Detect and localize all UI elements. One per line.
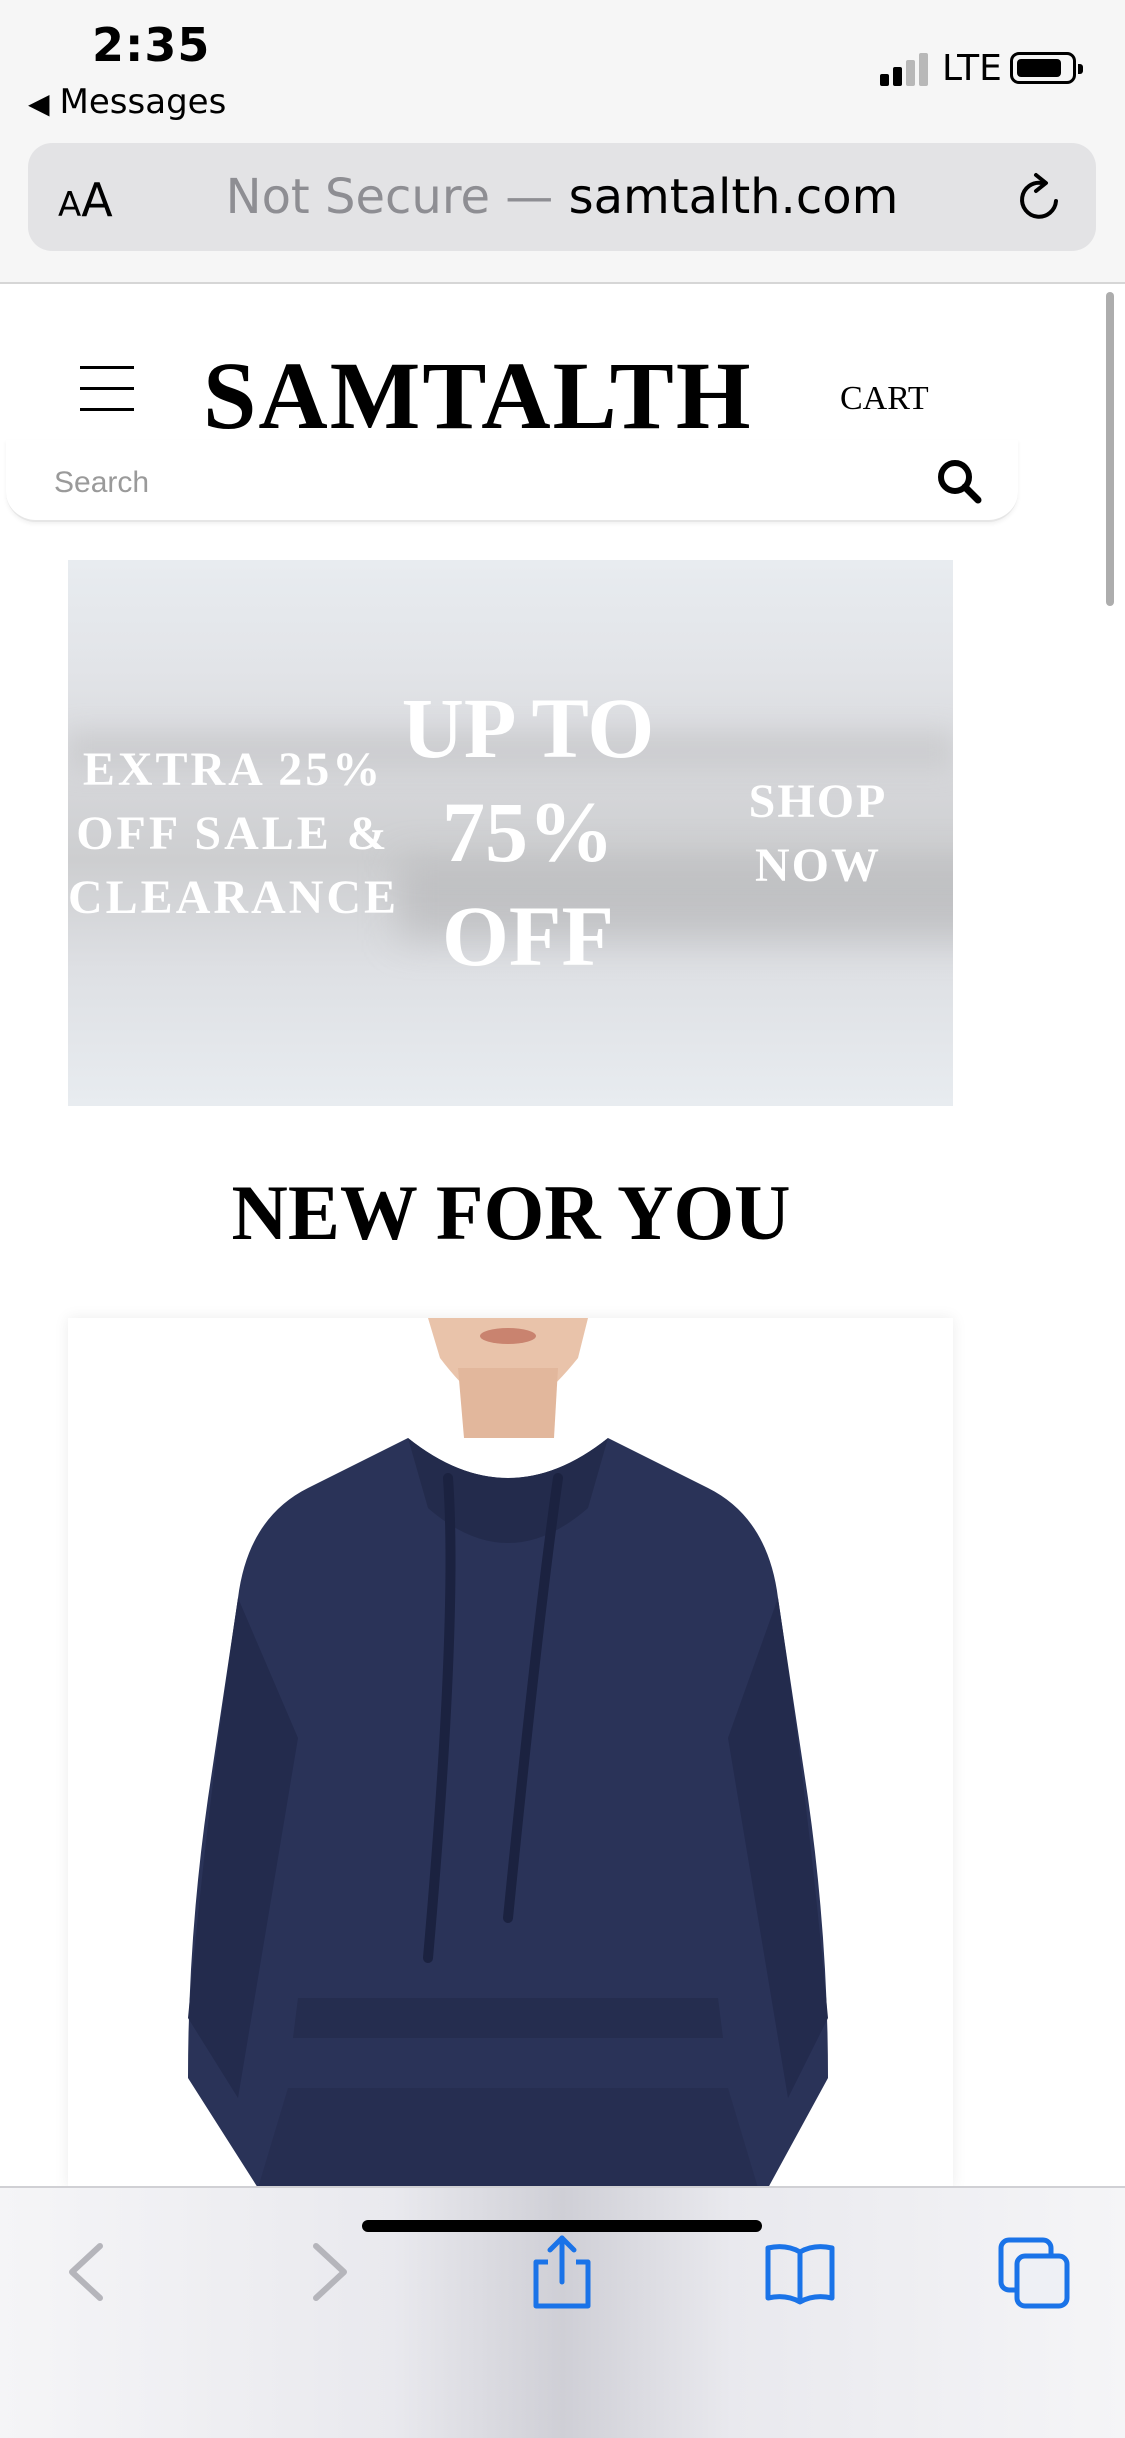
banner-left-line: EXTRA 25% bbox=[82, 743, 384, 796]
home-indicator[interactable] bbox=[362, 2220, 762, 2232]
signal-icon bbox=[880, 50, 932, 86]
site-header: SAMTALTH CART bbox=[0, 300, 1125, 449]
search-input[interactable] bbox=[52, 462, 856, 504]
browser-top-chrome: 2:35 ◀ Messages LTE AA Not Secure — samta… bbox=[0, 0, 1125, 284]
url-display[interactable]: Not Secure — samtalth.com bbox=[28, 169, 1096, 225]
banner-right-line: NOW bbox=[755, 839, 881, 892]
battery-icon bbox=[1010, 52, 1083, 84]
share-icon[interactable] bbox=[522, 2232, 602, 2312]
banner-mid-line: 75% bbox=[442, 784, 614, 880]
cart-link[interactable]: CART bbox=[840, 380, 929, 418]
banner-left-line: CLEARANCE bbox=[68, 871, 400, 924]
scroll-indicator[interactable] bbox=[1106, 292, 1114, 606]
search-bar bbox=[6, 440, 1018, 522]
network-label: LTE bbox=[942, 48, 1002, 89]
tabs-icon[interactable] bbox=[995, 2232, 1075, 2312]
back-arrow-icon[interactable] bbox=[50, 2232, 130, 2312]
back-app-label: Messages bbox=[59, 82, 227, 122]
reload-icon[interactable] bbox=[1012, 171, 1068, 227]
banner-discount: UP TO 75% OFF bbox=[398, 676, 658, 988]
banner-mid-line: OFF bbox=[442, 888, 614, 984]
promo-banner[interactable]: EXTRA 25% OFF SALE & CLEARANCE UP TO 75%… bbox=[68, 560, 953, 1106]
address-bar[interactable]: AA Not Secure — samtalth.com bbox=[28, 143, 1096, 251]
forward-arrow-icon[interactable] bbox=[286, 2232, 366, 2312]
security-label: Not Secure — bbox=[225, 169, 554, 225]
back-to-app-button[interactable]: ◀ Messages bbox=[28, 82, 226, 122]
banner-extra-offer: EXTRA 25% OFF SALE & CLEARANCE bbox=[68, 738, 398, 930]
book-icon[interactable] bbox=[760, 2232, 840, 2312]
site-logo[interactable]: SAMTALTH bbox=[203, 340, 752, 451]
back-triangle-icon: ◀ bbox=[28, 87, 50, 120]
shop-now-link[interactable]: SHOP NOW bbox=[688, 770, 948, 898]
domain-label: samtalth.com bbox=[568, 169, 899, 225]
search-icon[interactable] bbox=[934, 456, 986, 508]
banner-right-line: SHOP bbox=[748, 775, 888, 828]
banner-left-line: OFF SALE & bbox=[76, 807, 390, 860]
hamburger-icon[interactable] bbox=[80, 366, 136, 412]
status-time: 2:35 bbox=[92, 18, 211, 72]
section-title: NEW FOR YOU bbox=[231, 1169, 791, 1256]
browser-toolbar bbox=[0, 2186, 1125, 2438]
banner-mid-line: UP TO bbox=[401, 680, 655, 776]
product-image[interactable] bbox=[68, 1318, 953, 2188]
product-card[interactable] bbox=[68, 1318, 953, 2188]
